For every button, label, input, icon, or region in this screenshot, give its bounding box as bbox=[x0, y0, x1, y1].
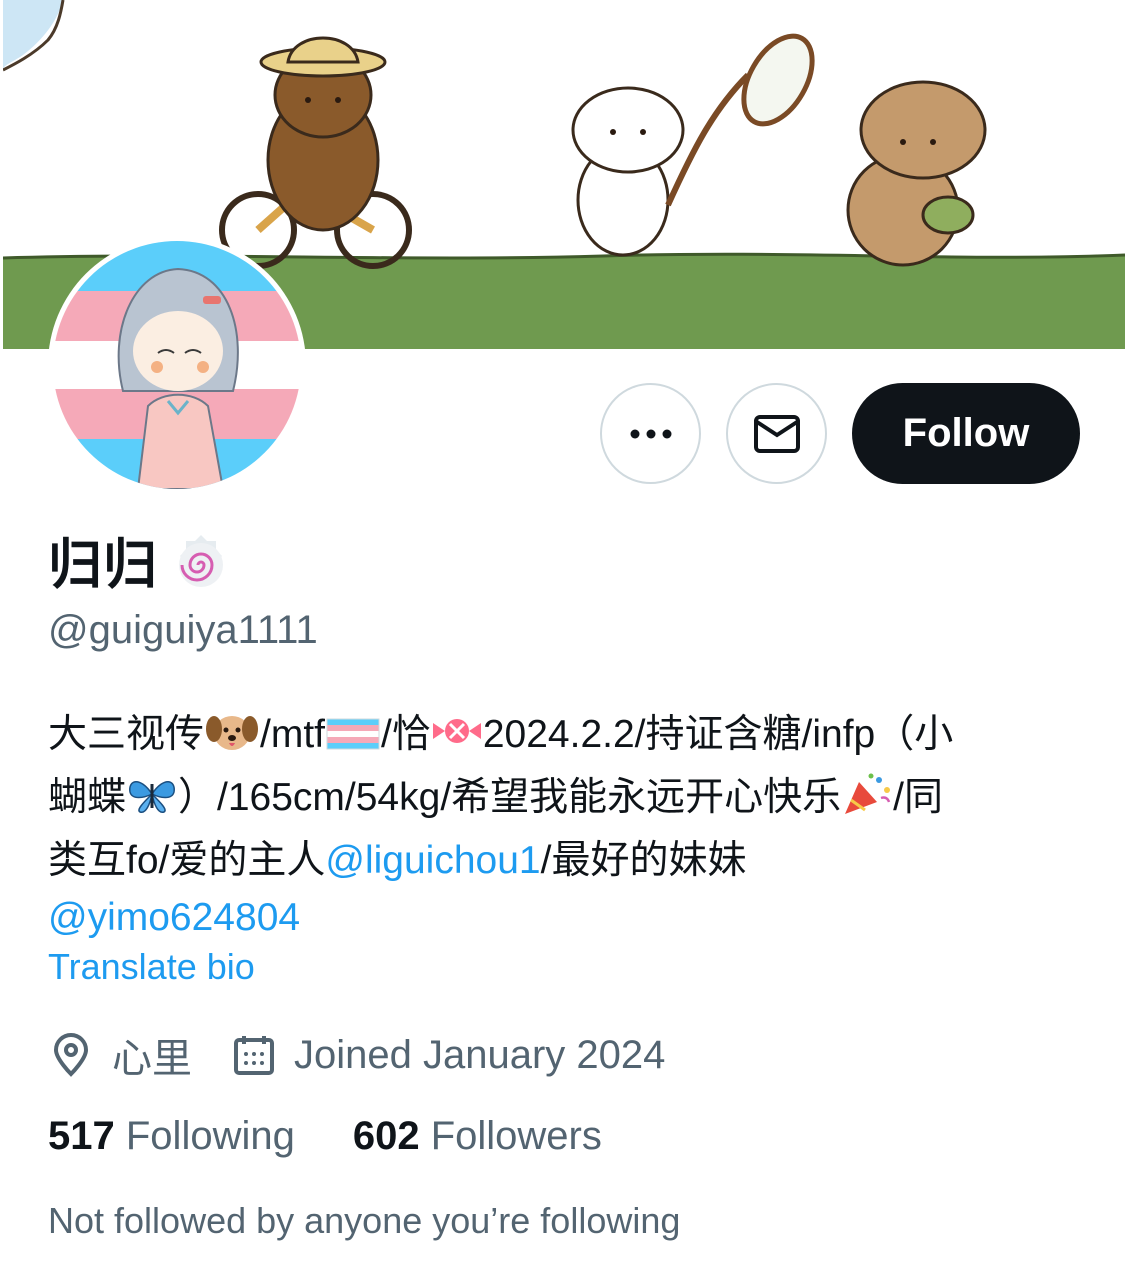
candy-icon bbox=[431, 709, 483, 769]
translate-bio-link[interactable]: Translate bio bbox=[48, 946, 255, 988]
location-text: 心里 bbox=[112, 1037, 192, 1081]
following-count: 517 bbox=[48, 1114, 115, 1158]
bio-text: ）/165cm/54kg/希望我能永远开心快乐 bbox=[178, 776, 842, 819]
transgender-flag-icon bbox=[325, 712, 381, 769]
bio-text: /同 bbox=[893, 776, 943, 819]
followers-link[interactable]: 602 Followers bbox=[353, 1114, 602, 1159]
bio-text: 蝴蝶 bbox=[48, 776, 127, 819]
bio-text: /最好的妹妹 bbox=[540, 839, 747, 882]
join-date-text: Joined January 2024 bbox=[294, 1032, 666, 1077]
message-button[interactable] bbox=[726, 383, 827, 484]
name-row: 归归 bbox=[48, 532, 234, 598]
avatar[interactable] bbox=[48, 236, 306, 494]
affiliate-badge-icon[interactable] bbox=[168, 532, 234, 598]
following-label: Following bbox=[125, 1114, 295, 1158]
mention-link[interactable]: @yimo624804 bbox=[48, 896, 300, 939]
bio: 大三视传/mtf/恰 2024.2.2/持证含糖/infp（小蝴蝶 ）/165cm/… bbox=[48, 706, 1088, 946]
followers-count: 602 bbox=[352, 1114, 420, 1158]
followed-by-notice: Not followed by anyone you’re following bbox=[48, 1200, 681, 1241]
butterfly-icon bbox=[126, 772, 178, 832]
bio-text: /mtf bbox=[260, 713, 326, 756]
following-link[interactable]: 517 Following bbox=[48, 1114, 295, 1159]
follow-button[interactable]: Follow bbox=[852, 383, 1080, 484]
bio-text: 大三视传 bbox=[48, 713, 205, 756]
profile-page: Follow 归归 @guiguiya1111 大三视传/mtf/恰 2024.2… bbox=[0, 0, 1128, 1268]
more-horizontal-icon bbox=[630, 429, 671, 438]
handle: @guiguiya1111 bbox=[48, 608, 318, 652]
location: 心里 bbox=[48, 1026, 192, 1084]
party-popper-icon bbox=[841, 772, 893, 832]
profile-meta: 心里 Joined January 2024 bbox=[48, 1026, 705, 1084]
bio-text: /恰 bbox=[381, 713, 431, 756]
location-pin-icon bbox=[53, 1033, 89, 1077]
display-name: 归归 bbox=[48, 535, 158, 595]
avatar-image bbox=[53, 241, 301, 489]
join-date: Joined January 2024 bbox=[232, 1033, 665, 1078]
more-button[interactable] bbox=[600, 383, 701, 484]
envelope-icon bbox=[753, 414, 800, 453]
dog-emoji-icon bbox=[204, 709, 260, 769]
follow-stats: 517 Following 602 Followers bbox=[48, 1114, 660, 1159]
calendar-icon bbox=[234, 1036, 274, 1075]
bio-text: 类互fo/爱的主人 bbox=[48, 839, 326, 882]
followers-label: Followers bbox=[430, 1114, 602, 1158]
bio-text: 2024.2.2/持证含糖/infp（小 bbox=[482, 713, 954, 756]
mention-link[interactable]: @liguichou1 bbox=[325, 839, 540, 882]
